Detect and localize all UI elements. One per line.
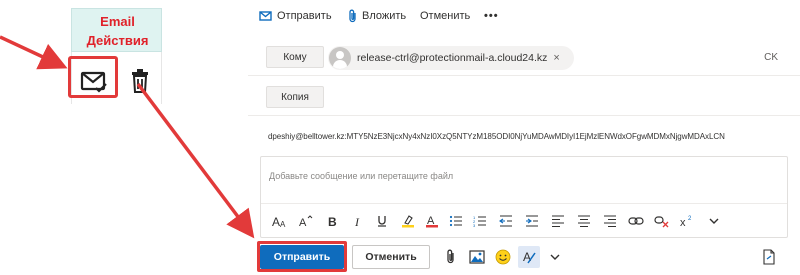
header-line-email: Email [100,14,135,29]
bottom-action-bar: Отправить Отменить A [248,238,800,275]
recipient-pill[interactable]: release-ctrl@protectionmail-a.cloud24.kz… [328,46,574,70]
send-envelope-icon [259,11,272,21]
numbering-icon[interactable]: 123 [471,212,489,230]
bold-icon[interactable]: B [323,212,341,230]
svg-text:x: x [680,217,686,228]
svg-text:B: B [328,215,337,228]
mail-icon-highlight [68,56,118,98]
send-button-highlight [257,241,347,272]
font-color-icon[interactable]: A [423,212,441,230]
compose-pane: Отправить Вложить Отменить ••• Кому rele… [248,0,800,275]
highlight-icon[interactable] [399,212,417,230]
arrow-to-send-button [136,82,255,239]
email-actions-header: Email Действия [71,8,162,52]
attach-command-label: Вложить [362,10,407,22]
grow-font-icon[interactable]: A [297,212,315,230]
align-right-icon[interactable] [601,212,619,230]
increase-indent-icon[interactable] [523,212,541,230]
cc-field-row: Копия [248,78,800,116]
decrease-indent-icon[interactable] [497,212,515,230]
remove-recipient-icon[interactable]: × [553,52,559,64]
link-icon[interactable] [627,212,645,230]
subject-field[interactable]: dpeshiy@belltower.kz:MTY5NzE3NjcxNy4xNzI… [268,132,788,141]
paperclip-icon [349,9,356,23]
command-bar: Отправить Вложить Отменить ••• [248,0,800,30]
svg-text:3: 3 [473,223,476,228]
svg-text:2: 2 [688,216,692,222]
to-field-row: Кому release-ctrl@protectionmail-a.cloud… [248,38,800,76]
paperclip-icon[interactable] [442,248,460,266]
align-center-icon[interactable] [575,212,593,230]
more-options-icon: ••• [484,10,499,22]
more-options-button[interactable]: ••• [484,7,499,25]
discard-command[interactable]: Отменить [420,7,470,25]
align-left-icon[interactable] [549,212,567,230]
body-placeholder: Добавьте сообщение или перетащите файл [269,171,454,181]
superscript-icon[interactable]: x2 [679,212,697,230]
avatar [329,47,351,69]
bullets-icon[interactable] [447,212,465,230]
attach-command[interactable]: Вложить [348,7,406,25]
chevron-down-icon[interactable] [546,248,564,266]
insert-picture-icon[interactable] [468,248,486,266]
svg-text:A: A [523,250,531,264]
send-command[interactable]: Отправить [259,7,332,25]
remove-link-icon[interactable] [653,212,671,230]
to-button[interactable]: Кому [266,46,324,68]
cc-link[interactable]: CK [764,52,778,63]
header-line-actions: Действия [86,33,149,48]
more-formatting-icon[interactable] [705,212,723,230]
discard-button[interactable]: Отменить [352,245,430,269]
formatting-toggle-icon[interactable]: A [518,246,540,268]
recipient-address: release-ctrl@protectionmail-a.cloud24.kz [357,52,548,64]
message-body[interactable]: Добавьте сообщение или перетащите файл A… [260,156,788,238]
svg-text:A: A [272,215,280,228]
arrow-to-mail-icon [0,35,68,70]
send-command-label: Отправить [277,10,332,22]
cc-button[interactable]: Копия [266,86,324,108]
discard-command-label: Отменить [420,10,471,22]
underline-icon[interactable] [373,212,391,230]
emoji-icon[interactable] [494,248,512,266]
italic-icon[interactable]: I [349,212,367,230]
svg-text:A: A [299,217,307,228]
format-toolbar: AA A B I A 123 x 2 [261,203,787,237]
trash-icon[interactable] [130,68,150,94]
svg-text:I: I [354,215,360,228]
pop-out-icon[interactable] [760,248,778,266]
svg-text:A: A [280,220,286,228]
font-size-icon[interactable]: AA [271,212,289,230]
